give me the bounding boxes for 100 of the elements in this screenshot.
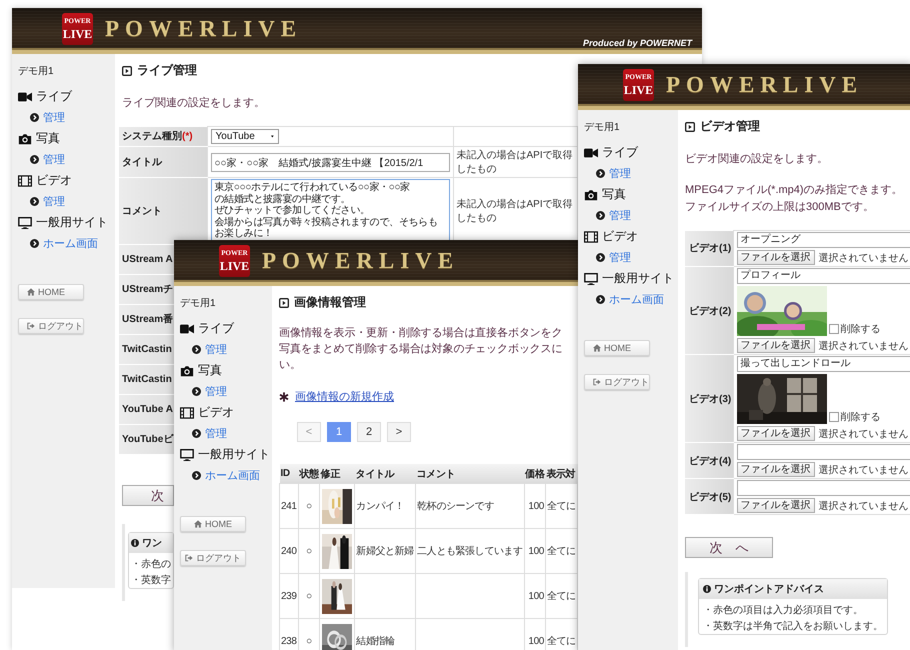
next-button[interactable]: 次	[122, 484, 174, 506]
home-icon	[593, 344, 601, 352]
monitor-icon	[180, 448, 194, 460]
title-field[interactable]	[736, 480, 910, 496]
section-label: 一般用サイト	[36, 214, 108, 231]
description-text: 画像情報を表示・更新・削除する場合は直接各ボタンをク 写真をまとめて削除する場合は対象のチェックボックスに い。	[279, 326, 564, 373]
choose-file-button[interactable]: ファイルを選択	[736, 338, 814, 353]
home-icon	[194, 520, 202, 528]
home-button[interactable]: HOME	[18, 284, 84, 300]
chevron-circle-icon	[596, 169, 605, 178]
home-button[interactable]: HOME	[180, 516, 246, 532]
comment-line: の結婚式と披露宴の中継です。	[214, 194, 350, 204]
nav-link[interactable]: 管理	[30, 149, 65, 170]
logout-button[interactable]: ログアウト	[584, 374, 650, 390]
title-field[interactable]	[736, 444, 910, 460]
file-status: 選択されていません	[818, 464, 908, 476]
nav-link[interactable]: ホーム画面	[596, 289, 664, 310]
nav-link[interactable]: 管理	[596, 247, 631, 268]
file-status: 選択されていません	[818, 500, 908, 512]
title-field[interactable]: オープニング	[736, 232, 910, 248]
chevron-circle-icon	[30, 197, 39, 206]
row-label: ビデオ(2)	[685, 266, 733, 354]
nav-link[interactable]: 管理	[30, 191, 65, 212]
next-page-button[interactable]: >	[387, 422, 411, 442]
column-header: 価格	[524, 464, 546, 484]
brand-title: POWERLIVE	[105, 16, 302, 42]
table-cell: 乾杯のシーンです	[417, 501, 494, 512]
row-label: システム種別(*)	[119, 126, 207, 146]
logout-icon	[593, 378, 601, 386]
monitor-icon	[18, 216, 32, 228]
table-cell: ○	[298, 528, 320, 574]
info-icon	[131, 538, 139, 546]
monitor-icon	[584, 272, 598, 284]
table-cell: 240	[280, 528, 298, 574]
table-cell: 結婚指輪	[356, 636, 395, 647]
checkbox[interactable]	[828, 324, 838, 334]
chevron-circle-icon	[192, 429, 201, 438]
play-square-icon	[279, 298, 289, 308]
video-camera-icon	[584, 146, 598, 158]
description-text: ライブ関連の設定をします。	[122, 96, 266, 110]
choose-file-button[interactable]: ファイルを選択	[736, 498, 814, 513]
table-cell: 100	[524, 574, 546, 618]
row-label: ビデオ(5)	[685, 478, 733, 514]
chevron-circle-icon	[30, 239, 39, 248]
new-item-link[interactable]: 画像情報の新規作成	[295, 389, 394, 404]
row-label: コメント	[119, 178, 207, 244]
page-heading: ビデオ管理	[700, 118, 760, 135]
section-label: 一般用サイト	[602, 270, 674, 287]
table-cell: ○	[298, 484, 320, 528]
table-cell: 二人とも緊張しています	[417, 546, 523, 557]
next-button[interactable]: 次 へ	[685, 537, 773, 558]
nav-link[interactable]: 管理	[596, 163, 631, 184]
nav-link[interactable]: ホーム画面	[192, 465, 260, 486]
brand-title: POWERLIVE	[666, 72, 864, 98]
table-cell: ○	[298, 574, 320, 618]
choose-file-button[interactable]: ファイルを選択	[736, 462, 814, 477]
video-camera-icon	[180, 322, 194, 334]
logout-button[interactable]: ログアウト	[18, 318, 84, 334]
home-button[interactable]: HOME	[584, 340, 650, 356]
chevron-circle-icon	[192, 471, 201, 480]
info-icon	[703, 585, 711, 593]
page-button[interactable]: 2	[357, 422, 381, 442]
select-field[interactable]: YouTube	[210, 129, 278, 144]
advice-title: ワン	[142, 536, 162, 550]
chevron-circle-icon	[30, 113, 39, 122]
choose-file-button[interactable]: ファイルを選択	[736, 426, 814, 441]
hint-text: 未記入の場合はAPIで取得したもの	[456, 198, 573, 224]
nav-link[interactable]: 管理	[596, 205, 631, 226]
text-field[interactable]: ○○家・○○家 結婚式/披露宴生中継 【2015/2/1	[210, 152, 450, 172]
column-header: ID	[280, 464, 298, 484]
comment-line: 東京○○○ホテルにて行われている○○家・○○家	[214, 182, 410, 194]
page-heading: 画像情報管理	[294, 294, 366, 311]
table-cell: 新婦父と新婦	[356, 546, 414, 557]
comment-line: 会場からは写真が時々投稿されますので、そちらも	[214, 216, 438, 228]
asterisk-icon	[279, 392, 289, 402]
logout-button[interactable]: ログアウト	[180, 550, 246, 566]
title-field[interactable]: プロフィール	[736, 268, 910, 284]
camera-icon	[584, 188, 598, 200]
table-cell: カンパイ！	[356, 501, 404, 512]
comment-field[interactable]: 東京○○○ホテルにて行われている○○家・○○家 の結婚式と披露宴の中継です。 ぜひチャットで参加してください。 会場からは写真が時々投稿されますので、そちらも お楽しみに！	[210, 179, 450, 242]
nav-link[interactable]: 管理	[30, 107, 65, 128]
column-header: コメント	[416, 464, 524, 484]
brand-title: POWERLIVE	[262, 248, 460, 274]
advice-text: ・赤色の	[130, 558, 172, 572]
comment-line: ぜひチャットで参加してください。	[214, 205, 370, 216]
user-name: デモ用1	[584, 121, 620, 134]
title-field[interactable]: 撮って出しエンドロール	[736, 356, 910, 372]
chevron-circle-icon	[596, 295, 605, 304]
section-label: 写真	[36, 130, 60, 147]
page-button[interactable]: 1	[327, 422, 351, 442]
section-label: ライブ	[602, 144, 638, 161]
nav-link[interactable]: ホーム画面	[30, 233, 98, 254]
checkbox-label: 削除する	[840, 410, 880, 424]
choose-file-button[interactable]: ファイルを選択	[736, 250, 814, 265]
advice-text: ・英数字	[130, 574, 172, 588]
table-cell: 241	[280, 484, 298, 528]
user-name: デモ用1	[18, 65, 54, 78]
column-header: タイトル	[354, 464, 416, 484]
camera-icon	[180, 364, 194, 376]
checkbox[interactable]	[828, 412, 838, 422]
